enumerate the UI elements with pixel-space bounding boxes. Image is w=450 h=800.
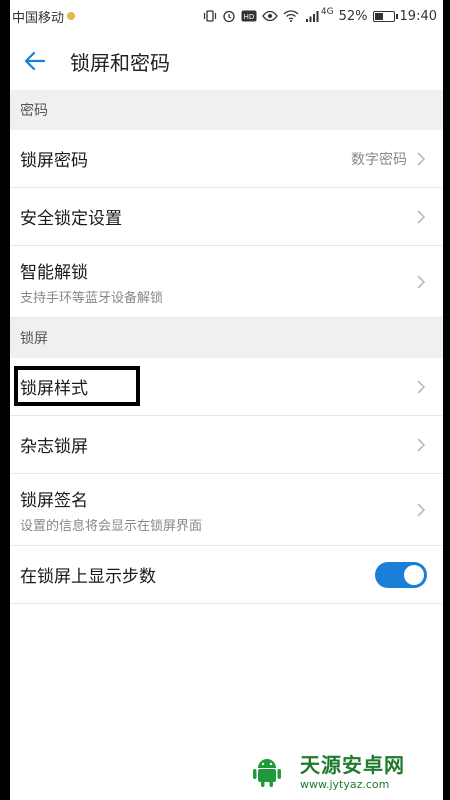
- section-header-lock-screen: 锁屏: [10, 318, 443, 358]
- smart-unlock-item[interactable]: 智能解锁 支持手环等蓝牙设备解锁: [10, 246, 443, 318]
- row-title: 安全锁定设置: [20, 209, 122, 229]
- row-text: 安全锁定设置: [20, 204, 122, 229]
- watermark-brand: 天源安卓网: [300, 753, 405, 777]
- carrier-label: 中国移动: [12, 10, 65, 26]
- section-header-password: 密码: [10, 90, 443, 130]
- security-lock-settings-item[interactable]: 安全锁定设置: [10, 188, 443, 246]
- status-bar: 中国移动 HD 4G 52% 19:40: [10, 0, 443, 32]
- hd-icon: HD: [241, 9, 257, 23]
- app-header: 锁屏和密码: [10, 32, 443, 90]
- status-left: 中国移动: [12, 7, 76, 26]
- wifi-icon: [283, 9, 299, 23]
- svg-text:HD: HD: [244, 13, 255, 21]
- row-text: 锁屏样式: [20, 374, 88, 399]
- row-right: [375, 561, 427, 588]
- android-logo-icon: [240, 743, 294, 797]
- row-right: [415, 501, 427, 519]
- watermark-text: 天源安卓网 www.jytyaz.com: [300, 749, 405, 791]
- phone-screen: 中国移动 HD 4G 52% 19:40 锁屏和密码 密码 锁屏密码 数字密码 …: [10, 0, 443, 800]
- row-text: 杂志锁屏: [20, 432, 88, 457]
- row-text: 锁屏签名 设置的信息将会显示在锁屏界面: [20, 486, 202, 534]
- show-steps-on-lock-screen-item: 在锁屏上显示步数: [10, 546, 443, 604]
- row-title: 在锁屏上显示步数: [20, 567, 156, 587]
- watermark: 天源安卓网 www.jytyaz.com: [240, 740, 450, 800]
- row-right: [415, 378, 427, 396]
- status-right: HD 4G 52% 19:40: [203, 7, 437, 24]
- toggle-knob: [404, 564, 424, 585]
- row-title: 智能解锁: [20, 262, 88, 283]
- row-title: 锁屏密码: [20, 151, 88, 171]
- show-steps-toggle[interactable]: [375, 561, 427, 588]
- row-value: 数字密码: [351, 151, 407, 168]
- signal-icon: [304, 9, 320, 23]
- row-right: 数字密码: [351, 149, 427, 169]
- vibrate-icon: [203, 9, 217, 23]
- notification-dot-icon: [67, 12, 76, 20]
- network-type-label: 4G: [320, 7, 334, 17]
- row-title: 锁屏样式: [20, 379, 88, 399]
- row-right: [415, 208, 427, 226]
- lock-screen-signature-item[interactable]: 锁屏签名 设置的信息将会显示在锁屏界面: [10, 474, 443, 546]
- row-subtitle: 设置的信息将会显示在锁屏界面: [20, 518, 203, 534]
- lock-screen-style-item[interactable]: 锁屏样式: [10, 358, 443, 416]
- row-text: 智能解锁 支持手环等蓝牙设备解锁: [20, 258, 163, 306]
- clock-time: 19:40: [399, 8, 437, 24]
- magazine-lock-screen-item[interactable]: 杂志锁屏: [10, 416, 443, 474]
- chevron-right-icon: [415, 501, 427, 519]
- battery-fill: [374, 12, 384, 20]
- battery-icon: [372, 10, 398, 22]
- chevron-right-icon: [415, 150, 427, 168]
- row-subtitle: 支持手环等蓝牙设备解锁: [20, 290, 164, 306]
- chevron-right-icon: [415, 378, 427, 396]
- alarm-icon: [222, 9, 236, 23]
- row-text: 在锁屏上显示步数: [20, 562, 156, 587]
- row-right: [415, 273, 427, 291]
- chevron-right-icon: [415, 208, 427, 226]
- row-text: 锁屏密码: [20, 146, 88, 171]
- battery-percent: 52%: [338, 8, 368, 24]
- chevron-right-icon: [415, 273, 427, 291]
- row-title: 锁屏签名: [20, 490, 88, 511]
- back-arrow-icon[interactable]: [22, 48, 48, 74]
- lock-screen-password-item[interactable]: 锁屏密码 数字密码: [10, 130, 443, 188]
- row-title: 杂志锁屏: [20, 437, 88, 457]
- row-right: [415, 436, 427, 454]
- watermark-url: www.jytyaz.com: [300, 778, 390, 791]
- chevron-right-icon: [415, 436, 427, 454]
- eye-icon: [262, 9, 278, 23]
- page-title: 锁屏和密码: [70, 50, 170, 75]
